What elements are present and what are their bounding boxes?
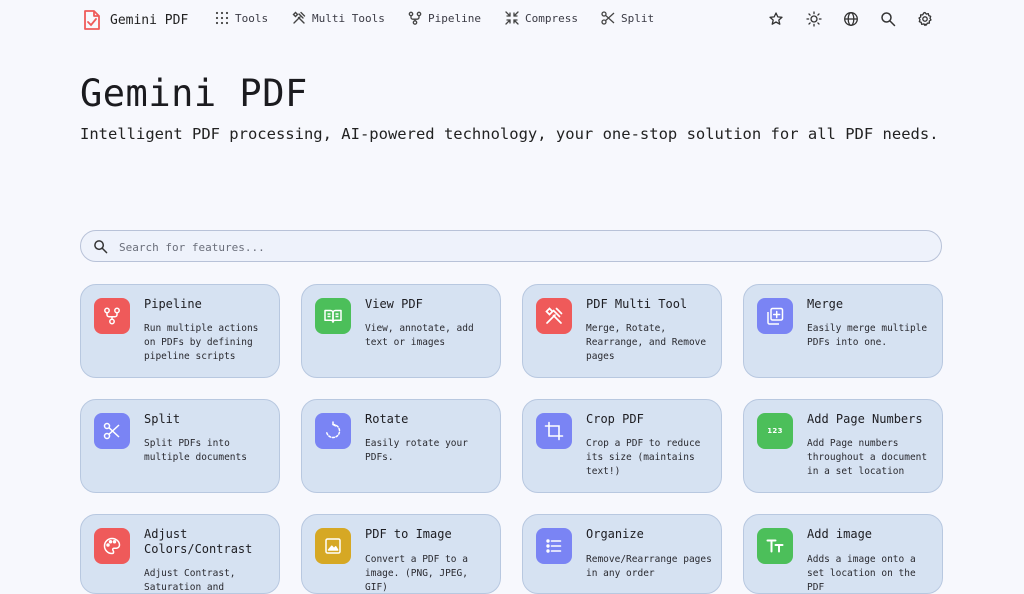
tool-card-view-pdf[interactable]: View PDF View, annotate, add text or ima… — [301, 284, 501, 378]
tools-icon — [536, 298, 572, 334]
card-title: Adjust Colors/Contrast — [144, 527, 253, 556]
page-subtitle: Intelligent PDF processing, AI-powered t… — [80, 125, 939, 143]
card-title: Rotate — [365, 412, 409, 426]
card-title: Add Page Numbers — [807, 412, 923, 426]
numbers-icon-label: 123 — [767, 427, 783, 435]
grid-dots-icon — [215, 11, 229, 25]
card-description: Easily rotate your PDFs. — [365, 438, 468, 463]
card-description: Split PDFs into multiple documents — [144, 438, 247, 463]
card-title: Split — [144, 412, 181, 426]
card-title: Merge — [807, 297, 844, 311]
card-title: View PDF — [365, 297, 423, 311]
search-button[interactable] — [880, 11, 896, 27]
tool-card-rotate[interactable]: Rotate Easily rotate your PDFs. — [301, 399, 501, 493]
page-title: Gemini PDF — [80, 72, 308, 115]
card-description: Adjust Contrast, Saturation and Brightne… — [144, 568, 236, 593]
card-description: Add Page numbers throughout a document i… — [807, 438, 928, 477]
tool-card-add-page-numbers[interactable]: 123 Add Page Numbers Add Page numbers th… — [743, 399, 943, 493]
card-title: Add image — [807, 527, 873, 541]
card-description: Adds a image onto a set location on the … — [807, 554, 916, 593]
nav-tools[interactable]: Tools — [215, 11, 268, 25]
card-title: Crop PDF — [586, 412, 644, 426]
card-description: Run multiple actions on PDFs by defining… — [144, 323, 259, 362]
tool-card-pdf-multi-tool[interactable]: PDF Multi Tool Merge, Rotate, Rearrange,… — [522, 284, 722, 378]
pipeline-icon — [408, 11, 422, 25]
scissors-icon — [94, 413, 130, 449]
search-icon — [881, 12, 896, 27]
palette-icon — [94, 528, 130, 564]
scissors-icon — [601, 11, 615, 25]
brand-link[interactable]: Gemini PDF — [82, 9, 188, 31]
search-icon — [94, 240, 108, 254]
card-title: PDF to Image — [365, 527, 452, 541]
tool-card-organize[interactable]: Organize Remove/Rearrange pages in any o… — [522, 514, 722, 594]
tool-card-crop-pdf[interactable]: Crop PDF Crop a PDF to reduce its size (… — [522, 399, 722, 493]
nav-pipeline[interactable]: Pipeline — [408, 11, 481, 25]
tool-card-pipeline[interactable]: Pipeline Run multiple actions on PDFs by… — [80, 284, 280, 378]
list-icon — [536, 528, 572, 564]
nav-tools-label: Tools — [235, 11, 269, 25]
nav-multi-tools-label: Multi Tools — [312, 11, 385, 25]
merge-icon — [757, 298, 793, 334]
tool-card-adjust-colors[interactable]: Adjust Colors/Contrast Adjust Contrast, … — [80, 514, 280, 594]
crop-icon — [536, 413, 572, 449]
rotate-icon — [315, 413, 351, 449]
nav-compress-label: Compress — [525, 11, 578, 25]
card-description: Easily merge multiple PDFs into one. — [807, 323, 928, 348]
nav-compress[interactable]: Compress — [505, 11, 578, 25]
globe-icon — [844, 12, 858, 26]
nav-pipeline-label: Pipeline — [428, 11, 481, 25]
card-description: View, annotate, add text or images — [365, 323, 474, 348]
theme-toggle-button[interactable] — [806, 11, 822, 27]
star-icon — [769, 12, 783, 25]
text-size-icon — [757, 528, 793, 564]
favorites-button[interactable] — [768, 11, 784, 27]
pipeline-icon — [94, 298, 130, 334]
numbers-icon: 123 — [757, 413, 793, 449]
card-description: Crop a PDF to reduce its size (maintains… — [586, 438, 701, 477]
card-description: Remove/Rearrange pages in any order — [586, 554, 712, 579]
tool-card-add-image[interactable]: Add image Adds a image onto a set locati… — [743, 514, 943, 594]
book-icon — [315, 298, 351, 334]
top-navbar: Gemini PDF Tools Multi Tools Pipeline Co… — [0, 0, 1024, 40]
card-title: Organize — [586, 527, 644, 541]
pdf-logo-icon — [84, 10, 100, 30]
language-button[interactable] — [843, 11, 859, 27]
sun-icon — [806, 11, 822, 27]
nav-multi-tools[interactable]: Multi Tools — [292, 11, 385, 25]
tool-card-split[interactable]: Split Split PDFs into multiple documents — [80, 399, 280, 493]
card-description: Convert a PDF to a image. (PNG, JPEG, GI… — [365, 554, 468, 593]
tool-card-pdf-to-image[interactable]: PDF to Image Convert a PDF to a image. (… — [301, 514, 501, 594]
card-title: PDF Multi Tool — [586, 297, 688, 311]
feature-search-bar — [80, 230, 942, 262]
card-description: Merge, Rotate, Rearrange, and Remove pag… — [586, 323, 707, 362]
gear-icon — [918, 11, 932, 27]
feature-search-input[interactable] — [117, 236, 921, 258]
tool-card-merge[interactable]: Merge Easily merge multiple PDFs into on… — [743, 284, 943, 378]
settings-button[interactable] — [917, 11, 933, 27]
brand-name: Gemini PDF — [110, 12, 189, 28]
card-title: Pipeline — [144, 297, 202, 311]
nav-split-label: Split — [621, 11, 655, 25]
tools-icon — [292, 11, 306, 24]
nav-split[interactable]: Split — [601, 11, 654, 25]
compress-icon — [505, 11, 519, 25]
image-icon — [315, 528, 351, 564]
